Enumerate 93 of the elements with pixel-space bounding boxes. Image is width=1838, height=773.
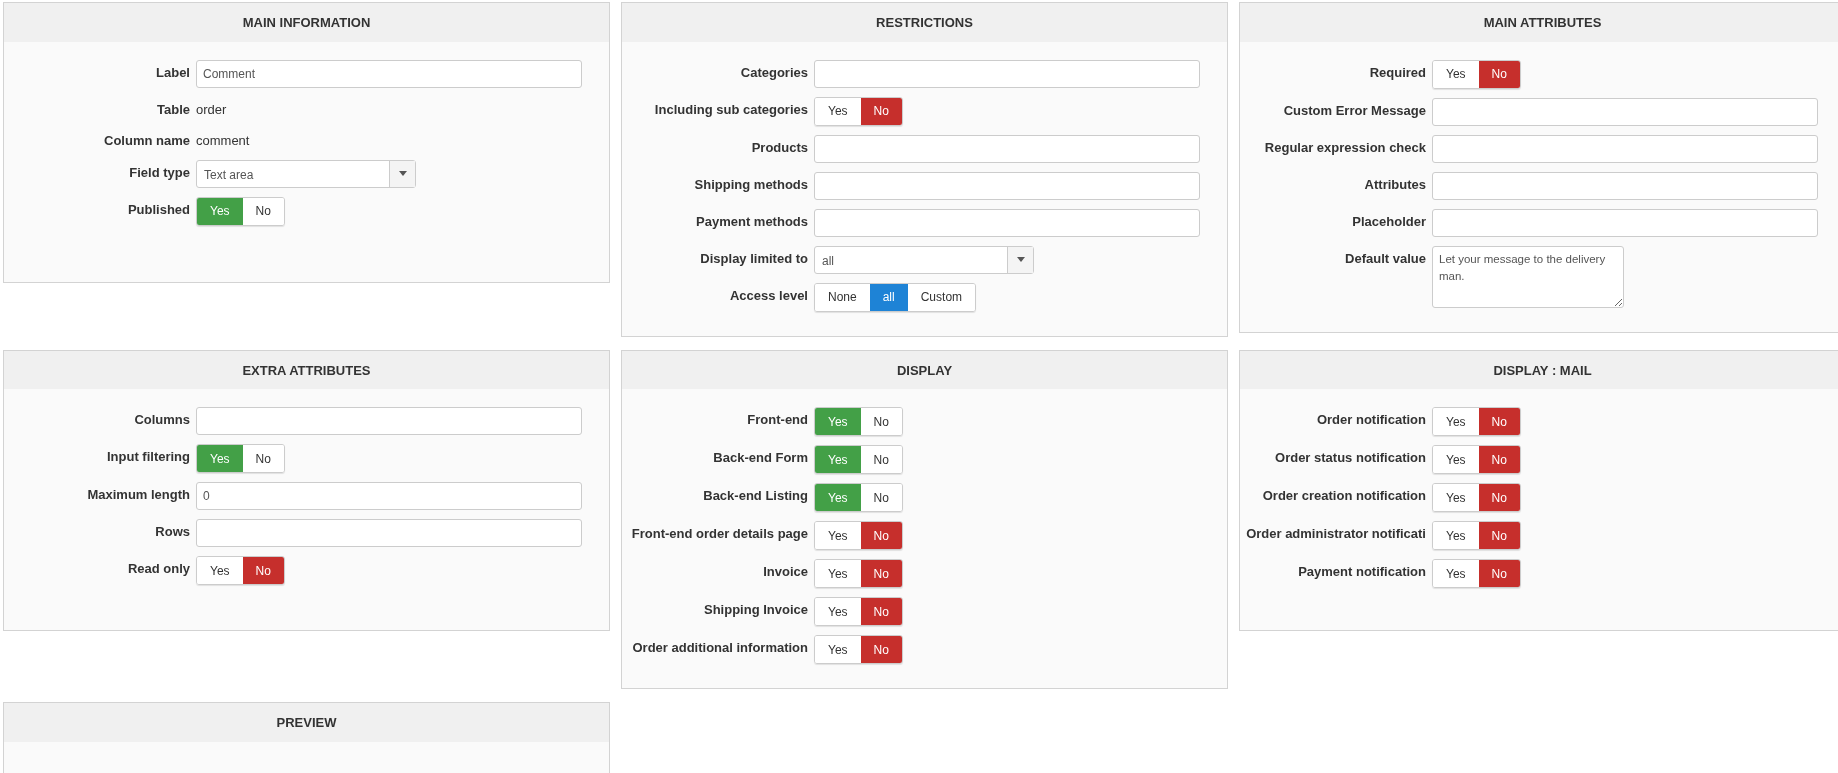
field-label: Invoice — [763, 563, 808, 581]
toggle-option[interactable]: No — [860, 636, 902, 663]
input-field[interactable] — [196, 519, 582, 547]
field-label: Categories — [740, 63, 808, 82]
input-field[interactable] — [814, 134, 1200, 163]
field-label: Display limited to — [700, 249, 808, 268]
toggle-option[interactable]: Yes — [1433, 560, 1479, 587]
field-label: Regular expression check — [1264, 138, 1426, 157]
toggle-option[interactable]: No — [1478, 560, 1520, 587]
field-label: Order creation notification — [1262, 487, 1426, 505]
toggle-option[interactable]: No — [860, 522, 902, 549]
toggle-option[interactable]: Yes — [1433, 522, 1479, 549]
field-value: order — [196, 100, 227, 119]
toggle-option[interactable]: No — [860, 97, 902, 125]
field-label: Shipping methods — [694, 175, 808, 194]
input-field[interactable] — [814, 171, 1200, 200]
field-label: Products — [751, 138, 808, 157]
field-label: Field type — [129, 163, 190, 182]
toggle-option[interactable]: No — [1478, 484, 1520, 511]
panel-header: RESTRICTIONS — [622, 3, 1227, 42]
input-field[interactable] — [1432, 208, 1818, 237]
field-label: Label — [156, 63, 190, 82]
toggle-option[interactable]: No — [242, 557, 284, 584]
field-label: Table — [157, 100, 190, 119]
input-field[interactable] — [196, 407, 582, 435]
field-label: Attributes — [1364, 175, 1426, 194]
field-label: Rows — [155, 523, 190, 541]
field-label: Order notification — [1316, 411, 1426, 429]
panel-header: MAIN INFORMATION — [4, 3, 609, 42]
input-field[interactable] — [1432, 134, 1818, 163]
field-label: Order status notification — [1275, 449, 1426, 467]
field-label: Placeholder — [1352, 212, 1426, 231]
field-label: Required — [1369, 63, 1426, 82]
toggle-option[interactable]: all — [869, 283, 908, 311]
toggle-option[interactable]: None — [815, 283, 870, 311]
field-label: Payment methods — [696, 212, 808, 231]
field-label: Back-end Form — [713, 449, 808, 467]
toggle-option[interactable]: Yes — [197, 557, 243, 584]
toggle-option[interactable]: Yes — [1433, 446, 1479, 473]
caret-icon — [398, 171, 407, 176]
field-label: Front-end order details page — [631, 525, 808, 543]
field-label: Order administrator notificati — [1246, 525, 1426, 543]
dropdown-field[interactable]: all — [814, 245, 1034, 274]
toggle-option[interactable]: Yes — [815, 522, 861, 549]
text-area[interactable]: Let your message to the delivery man. — [1432, 245, 1624, 308]
toggle-option[interactable]: Yes — [815, 636, 861, 663]
toggle-option[interactable]: Yes — [1433, 484, 1479, 511]
toggle-option[interactable]: No — [1478, 408, 1520, 435]
toggle-option[interactable]: Yes — [1433, 60, 1479, 88]
field-label: Published — [127, 200, 190, 219]
toggle-option[interactable]: No — [860, 446, 902, 473]
input-field[interactable] — [1432, 97, 1818, 126]
toggle-option[interactable]: Yes — [1433, 408, 1479, 435]
field-label: Column name — [104, 132, 190, 150]
field-label: Default value — [1345, 249, 1426, 268]
input-field[interactable] — [814, 208, 1200, 237]
toggle-option[interactable]: No — [860, 408, 902, 435]
field-label: Shipping Invoice — [704, 601, 808, 619]
input-field[interactable]: Comment — [196, 59, 582, 88]
input-field[interactable]: 0 — [196, 482, 582, 510]
panel-header: PREVIEW — [4, 703, 609, 742]
field-label: Payment notification — [1298, 563, 1426, 581]
toggle-option[interactable]: No — [860, 560, 902, 587]
dropdown-field[interactable]: Text area — [196, 159, 416, 188]
field-label: Back-end Listing — [703, 487, 808, 505]
field-label: Order additional information — [632, 639, 808, 657]
panel-header: EXTRA ATTRIBUTES — [4, 350, 609, 389]
toggle-option[interactable]: No — [860, 484, 902, 511]
toggle-option[interactable]: Yes — [815, 97, 861, 125]
field-label: Input filtering — [106, 448, 190, 466]
panel-header: DISPLAY — [622, 350, 1227, 389]
field-label: Including sub categories — [654, 100, 808, 119]
panel-header: MAIN ATTRIBUTES — [1240, 3, 1838, 42]
toggle-option[interactable]: Yes — [815, 598, 861, 625]
caret-icon — [1016, 257, 1025, 262]
input-field[interactable] — [1432, 171, 1818, 200]
toggle-option[interactable]: No — [1478, 60, 1520, 88]
toggle-option[interactable]: Custom — [907, 283, 976, 311]
field-label: Columns — [134, 411, 190, 429]
field-label: Front-end — [747, 411, 808, 429]
field-label: Custom Error Message — [1283, 101, 1426, 120]
field-label: Read only — [127, 560, 190, 578]
toggle-option[interactable]: No — [1478, 446, 1520, 473]
toggle-option[interactable]: Yes — [815, 560, 861, 587]
input-field[interactable] — [814, 59, 1200, 88]
toggle-option[interactable]: No — [242, 197, 284, 225]
toggle-option[interactable]: No — [860, 598, 902, 625]
field-label: Access level — [729, 286, 808, 305]
panel-header: DISPLAY : MAIL — [1240, 350, 1838, 389]
toggle-option[interactable]: No — [242, 445, 284, 472]
field-label: Maximum length — [87, 486, 190, 504]
field-value: comment — [196, 132, 250, 150]
toggle-option[interactable]: No — [1478, 522, 1520, 549]
